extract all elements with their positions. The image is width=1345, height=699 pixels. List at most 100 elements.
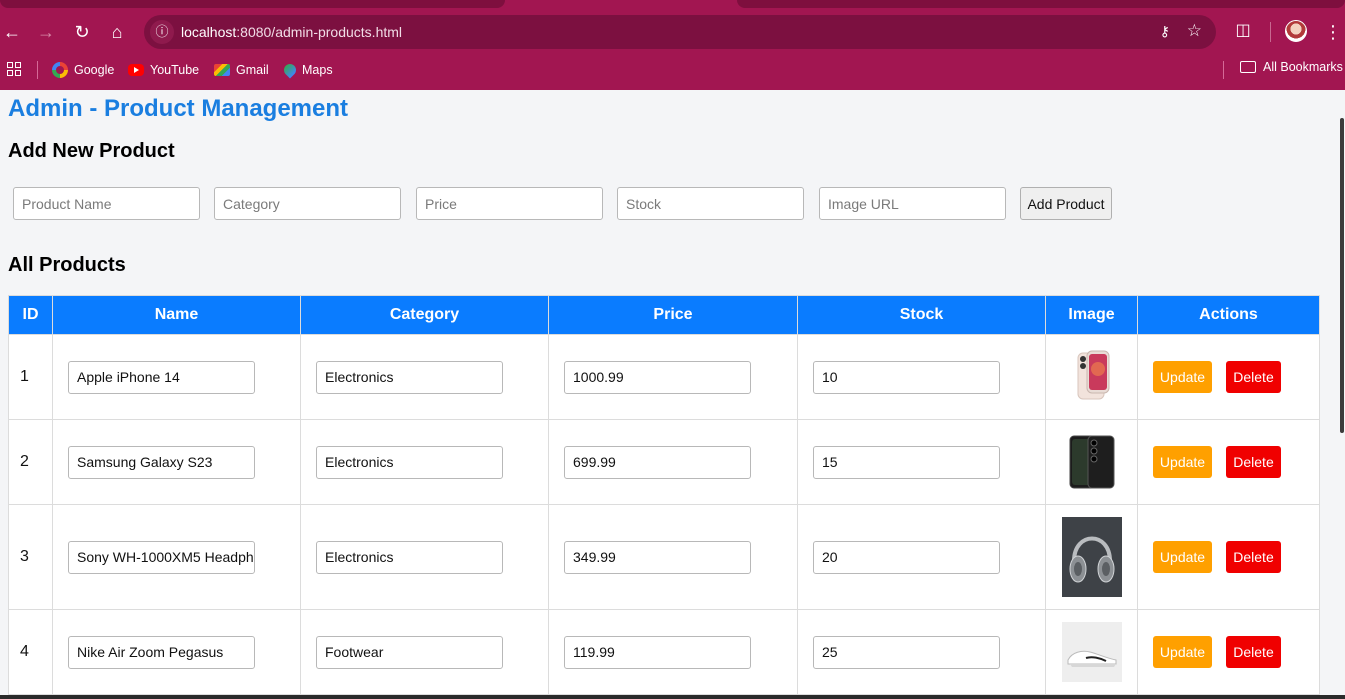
row-stock-input[interactable] — [813, 445, 1000, 479]
galaxy-phone-image — [1069, 435, 1114, 489]
cell-category — [300, 334, 549, 420]
row-category-input[interactable] — [316, 540, 503, 574]
product-name-input[interactable] — [13, 187, 200, 220]
browser-tab[interactable] — [737, 0, 1345, 8]
all-bookmarks-label: All Bookmarks — [1263, 60, 1343, 74]
header-stock: Stock — [797, 295, 1046, 335]
cell-actions: Update Delete — [1137, 419, 1320, 505]
page-scrollbar[interactable] — [1330, 90, 1345, 699]
tab-strip — [0, 0, 1345, 10]
table-row: 3 Update Delete — [8, 504, 1320, 610]
header-price: Price — [548, 295, 798, 335]
bookmarks-bar: Google YouTube Gmail Maps All Bookmarks — [0, 56, 1345, 84]
cell-id: 1 — [8, 334, 53, 420]
products-table: ID Name Category Price Stock Image Actio… — [8, 295, 1320, 695]
cell-name — [52, 334, 301, 420]
update-button[interactable]: Update — [1153, 446, 1212, 478]
bookmarks-divider — [1223, 61, 1224, 79]
profile-avatar[interactable] — [1285, 20, 1307, 42]
iphone-image — [1077, 350, 1109, 400]
stock-input[interactable] — [617, 187, 804, 220]
row-name-input[interactable] — [68, 445, 255, 479]
row-price-input[interactable] — [564, 540, 751, 574]
bookmarks-divider — [37, 61, 38, 79]
bookmark-gmail[interactable]: Gmail — [214, 60, 269, 80]
reload-icon[interactable]: ↻ — [70, 20, 94, 44]
bookmark-youtube[interactable]: YouTube — [128, 60, 199, 80]
delete-button[interactable]: Delete — [1226, 541, 1281, 573]
address-bar[interactable]: ⓘ localhost:8080/admin-products.html ⚷ ☆ — [144, 15, 1216, 49]
cell-image — [1045, 334, 1138, 420]
row-price-input[interactable] — [564, 635, 751, 669]
row-price-input[interactable] — [564, 445, 751, 479]
update-button[interactable]: Update — [1153, 541, 1212, 573]
category-input[interactable] — [214, 187, 401, 220]
add-product-button[interactable]: Add Product — [1020, 187, 1112, 220]
delete-button[interactable]: Delete — [1226, 636, 1281, 668]
bookmark-label: Google — [74, 63, 115, 77]
back-icon[interactable]: ← — [0, 20, 24, 44]
apps-grid-icon[interactable] — [7, 62, 21, 76]
table-row: 2 Update Delete — [8, 419, 1320, 505]
page-content: Admin - Product Management Add New Produ… — [0, 90, 1345, 699]
all-bookmarks-button[interactable]: All Bookmarks — [1240, 60, 1343, 74]
cell-price — [548, 419, 798, 505]
update-button[interactable]: Update — [1153, 361, 1212, 393]
forward-icon[interactable]: → — [34, 20, 58, 44]
row-category-input[interactable] — [316, 445, 503, 479]
row-name-input[interactable] — [68, 360, 255, 394]
cell-image — [1045, 609, 1138, 695]
maps-icon — [281, 61, 299, 79]
cell-actions: Update Delete — [1137, 504, 1320, 610]
url-path: :8080/admin-products.html — [236, 24, 403, 40]
site-info-icon[interactable]: ⓘ — [150, 20, 174, 44]
row-price-input[interactable] — [564, 360, 751, 394]
table-row: 1 Update Delete — [8, 334, 1320, 420]
row-category-input[interactable] — [316, 360, 503, 394]
toolbar-divider — [1270, 22, 1271, 42]
cell-image — [1045, 504, 1138, 610]
cell-name — [52, 609, 301, 695]
cell-id: 4 — [8, 609, 53, 695]
bookmark-google[interactable]: Google — [52, 60, 114, 80]
extensions-icon[interactable]: ◫ — [1232, 20, 1254, 42]
delete-button[interactable]: Delete — [1226, 361, 1281, 393]
bookmark-label: Maps — [302, 63, 333, 77]
all-products-heading: All Products — [8, 254, 126, 276]
bookmark-star-icon[interactable]: ☆ — [1187, 21, 1202, 41]
price-input[interactable] — [416, 187, 603, 220]
bookmark-label: YouTube — [150, 63, 200, 77]
gmail-icon — [214, 64, 230, 76]
browser-chrome: ← → ↻ ⌂ ⓘ localhost:8080/admin-products.… — [0, 0, 1345, 90]
cell-id: 3 — [8, 504, 53, 610]
bookmark-maps[interactable]: Maps — [281, 60, 333, 80]
cell-stock — [797, 504, 1046, 610]
scrollbar-thumb[interactable] — [1340, 118, 1344, 433]
bookmark-label: Gmail — [236, 63, 269, 77]
delete-button[interactable]: Delete — [1226, 446, 1281, 478]
row-stock-input[interactable] — [813, 360, 1000, 394]
cell-stock — [797, 609, 1046, 695]
row-name-input[interactable] — [68, 635, 255, 669]
update-button[interactable]: Update — [1153, 636, 1212, 668]
image-url-input[interactable] — [819, 187, 1006, 220]
cell-name — [52, 504, 301, 610]
url-text[interactable]: localhost:8080/admin-products.html — [181, 24, 402, 40]
youtube-icon — [128, 64, 144, 76]
browser-tab[interactable] — [0, 0, 505, 8]
row-stock-input[interactable] — [813, 540, 1000, 574]
cell-price — [548, 504, 798, 610]
google-icon — [52, 62, 68, 78]
browser-menu-icon[interactable]: ⋮ — [1324, 20, 1342, 44]
row-name-input[interactable] — [68, 540, 255, 574]
table-row: 4 Update Delete — [8, 609, 1320, 695]
password-key-icon[interactable]: ⚷ — [1160, 23, 1170, 40]
cell-name — [52, 419, 301, 505]
header-image: Image — [1045, 295, 1138, 335]
cell-stock — [797, 334, 1046, 420]
cell-actions: Update Delete — [1137, 334, 1320, 420]
headphones-image — [1061, 517, 1122, 597]
home-icon[interactable]: ⌂ — [105, 20, 129, 44]
row-stock-input[interactable] — [813, 635, 1000, 669]
row-category-input[interactable] — [316, 635, 503, 669]
